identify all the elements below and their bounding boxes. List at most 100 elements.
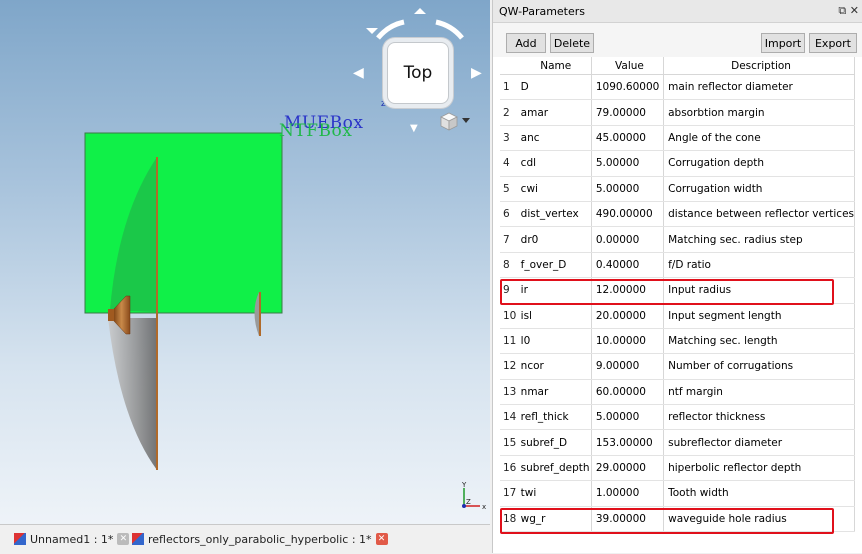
param-value-cell[interactable]: 29.00000 — [591, 455, 665, 482]
table-row[interactable]: 15 subref_D 153.00000 subreflector diameter — [500, 429, 855, 456]
param-name-cell[interactable]: refl_thick — [516, 404, 592, 431]
table-row[interactable]: 16 subref_depth 29.00000 hiperbolic reflect… — [500, 455, 855, 482]
param-name-cell[interactable]: amar — [516, 99, 592, 126]
row-index: 15 — [500, 429, 517, 456]
param-name-cell[interactable]: nmar — [516, 379, 592, 406]
nav-left-arrow-icon[interactable]: ◀ — [353, 66, 364, 80]
param-value-cell[interactable]: 9.00000 — [591, 353, 665, 380]
table-row[interactable]: 2 amar 79.00000 absorbtion margin — [500, 99, 855, 126]
param-description-cell[interactable]: distance between reflector vertices — [663, 201, 855, 228]
panel-title: QW-Parameters — [499, 4, 586, 18]
param-name-cell[interactable]: f_over_D — [516, 252, 592, 279]
nav-down-arrow-icon[interactable]: ▼ — [410, 122, 418, 136]
row-index: 6 — [500, 201, 517, 228]
row-index: 14 — [500, 404, 517, 431]
table-row[interactable]: 13 nmar 60.00000 ntf margin — [500, 379, 855, 406]
export-button[interactable]: Export — [809, 33, 857, 53]
param-name-cell[interactable]: ncor — [516, 353, 592, 380]
param-name-cell[interactable]: D — [516, 74, 592, 101]
cube-menu-icon[interactable] — [438, 110, 478, 132]
param-name-cell[interactable]: dist_vertex — [516, 201, 592, 228]
param-name-cell[interactable]: subref_depth — [516, 455, 592, 482]
table-row[interactable]: 14 refl_thick 5.00000 reflector thickness — [500, 404, 855, 431]
param-description-cell[interactable]: ntf margin — [663, 379, 855, 406]
table-row[interactable]: 4 cdl 5.00000 Corrugation depth — [500, 150, 855, 177]
table-row[interactable]: 5 cwi 5.00000 Corrugation width — [500, 176, 855, 202]
row-index: 12 — [500, 353, 517, 380]
column-header-description[interactable]: Description — [663, 57, 855, 75]
panel-title-bar: QW-Parameters ⧉ ✕ — [493, 0, 862, 23]
param-value-cell[interactable]: 153.00000 — [591, 429, 665, 456]
nav-cube-top-face[interactable]: Top — [387, 42, 449, 104]
close-icon[interactable]: ✕ — [375, 533, 388, 545]
feed-horn-base — [108, 309, 114, 321]
axis-z-label: Z — [466, 498, 471, 506]
panel-window-controls[interactable]: ⧉ ✕ — [838, 4, 859, 18]
highlight-row-wg-r — [500, 508, 834, 534]
param-value-cell[interactable]: 5.00000 — [591, 404, 665, 431]
param-name-cell[interactable]: l0 — [516, 328, 592, 355]
param-description-cell[interactable]: absorbtion margin — [663, 99, 855, 126]
table-row[interactable]: 1 D 1090.60000 main reflector diameter — [500, 74, 855, 101]
param-value-cell[interactable]: 5.00000 — [591, 176, 665, 202]
table-row[interactable]: 8 f_over_D 0.40000 f/D ratio — [500, 252, 855, 279]
table-row[interactable]: 12 ncor 9.00000 Number of corrugations — [500, 353, 855, 380]
param-description-cell[interactable]: subreflector diameter — [663, 429, 855, 456]
table-row[interactable]: 6 dist_vertex 490.00000 distance between re… — [500, 201, 855, 228]
add-button[interactable]: Add — [506, 33, 546, 53]
param-value-cell[interactable]: 0.40000 — [591, 252, 665, 279]
param-description-cell[interactable]: Matching sec. length — [663, 328, 855, 355]
param-name-cell[interactable]: cdl — [516, 150, 592, 177]
column-header-name[interactable]: Name — [516, 57, 592, 75]
column-header-index — [500, 57, 517, 75]
param-value-cell[interactable]: 0.00000 — [591, 226, 665, 253]
table-row[interactable]: 3 anc 45.00000 Angle of the cone — [500, 125, 855, 152]
3d-viewport[interactable]: z MUEBox NTFBox Top ◀ ▶ ▼ Y Z x — [0, 0, 490, 524]
import-button[interactable]: Import — [761, 33, 805, 53]
param-description-cell[interactable]: Number of corrugations — [663, 353, 855, 380]
param-value-cell[interactable]: 490.00000 — [591, 201, 665, 228]
table-row[interactable]: 17 twi 1.00000 Tooth width — [500, 480, 855, 507]
param-description-cell[interactable]: Angle of the cone — [663, 125, 855, 152]
param-name-cell[interactable]: isl — [516, 303, 592, 329]
document-tab-bar: Unnamed1 : 1* ✕ reflectors_only_paraboli… — [0, 524, 490, 554]
param-value-cell[interactable]: 60.00000 — [591, 379, 665, 406]
table-row[interactable]: 7 dr0 0.00000 Matching sec. radius step — [500, 226, 855, 253]
param-name-cell[interactable]: twi — [516, 480, 592, 507]
param-description-cell[interactable]: Input segment length — [663, 303, 855, 329]
param-value-cell[interactable]: 20.00000 — [591, 303, 665, 329]
row-index: 3 — [500, 125, 517, 152]
column-header-value[interactable]: Value — [591, 57, 665, 75]
nav-right-arrow-icon[interactable]: ▶ — [471, 66, 482, 80]
delete-button[interactable]: Delete — [550, 33, 594, 53]
tab-unnamed1[interactable]: Unnamed1 : 1* ✕ — [14, 528, 130, 550]
row-index: 13 — [500, 379, 517, 406]
param-description-cell[interactable]: Tooth width — [663, 480, 855, 507]
param-description-cell[interactable]: Corrugation depth — [663, 150, 855, 177]
param-description-cell[interactable]: Corrugation width — [663, 176, 855, 202]
param-description-cell[interactable]: f/D ratio — [663, 252, 855, 279]
axis-x-label: x — [482, 503, 486, 510]
param-value-cell[interactable]: 79.00000 — [591, 99, 665, 126]
param-description-cell[interactable]: main reflector diameter — [663, 74, 855, 101]
param-name-cell[interactable]: cwi — [516, 176, 592, 202]
table-row[interactable]: 11 l0 10.00000 Matching sec. length — [500, 328, 855, 355]
tab-reflectors[interactable]: reflectors_only_parabolic_hyperbolic : 1… — [132, 528, 388, 550]
param-description-cell[interactable]: hiperbolic reflector depth — [663, 455, 855, 482]
param-value-cell[interactable]: 1.00000 — [591, 480, 665, 507]
param-name-cell[interactable]: anc — [516, 125, 592, 152]
param-description-cell[interactable]: reflector thickness — [663, 404, 855, 431]
param-value-cell[interactable]: 45.00000 — [591, 125, 665, 152]
highlight-row-ir — [500, 279, 834, 305]
table-row[interactable]: 10 isl 20.00000 Input segment length — [500, 303, 855, 329]
ntf-box-label: NTFBox — [279, 121, 353, 141]
param-name-cell[interactable]: subref_D — [516, 429, 592, 456]
param-value-cell[interactable]: 1090.60000 — [591, 74, 665, 101]
param-description-cell[interactable]: Matching sec. radius step — [663, 226, 855, 253]
close-icon[interactable]: ✕ — [117, 533, 130, 545]
param-name-cell[interactable]: dr0 — [516, 226, 592, 253]
row-index: 17 — [500, 480, 517, 507]
param-value-cell[interactable]: 10.00000 — [591, 328, 665, 355]
freecad-doc-icon — [14, 533, 26, 545]
param-value-cell[interactable]: 5.00000 — [591, 150, 665, 177]
